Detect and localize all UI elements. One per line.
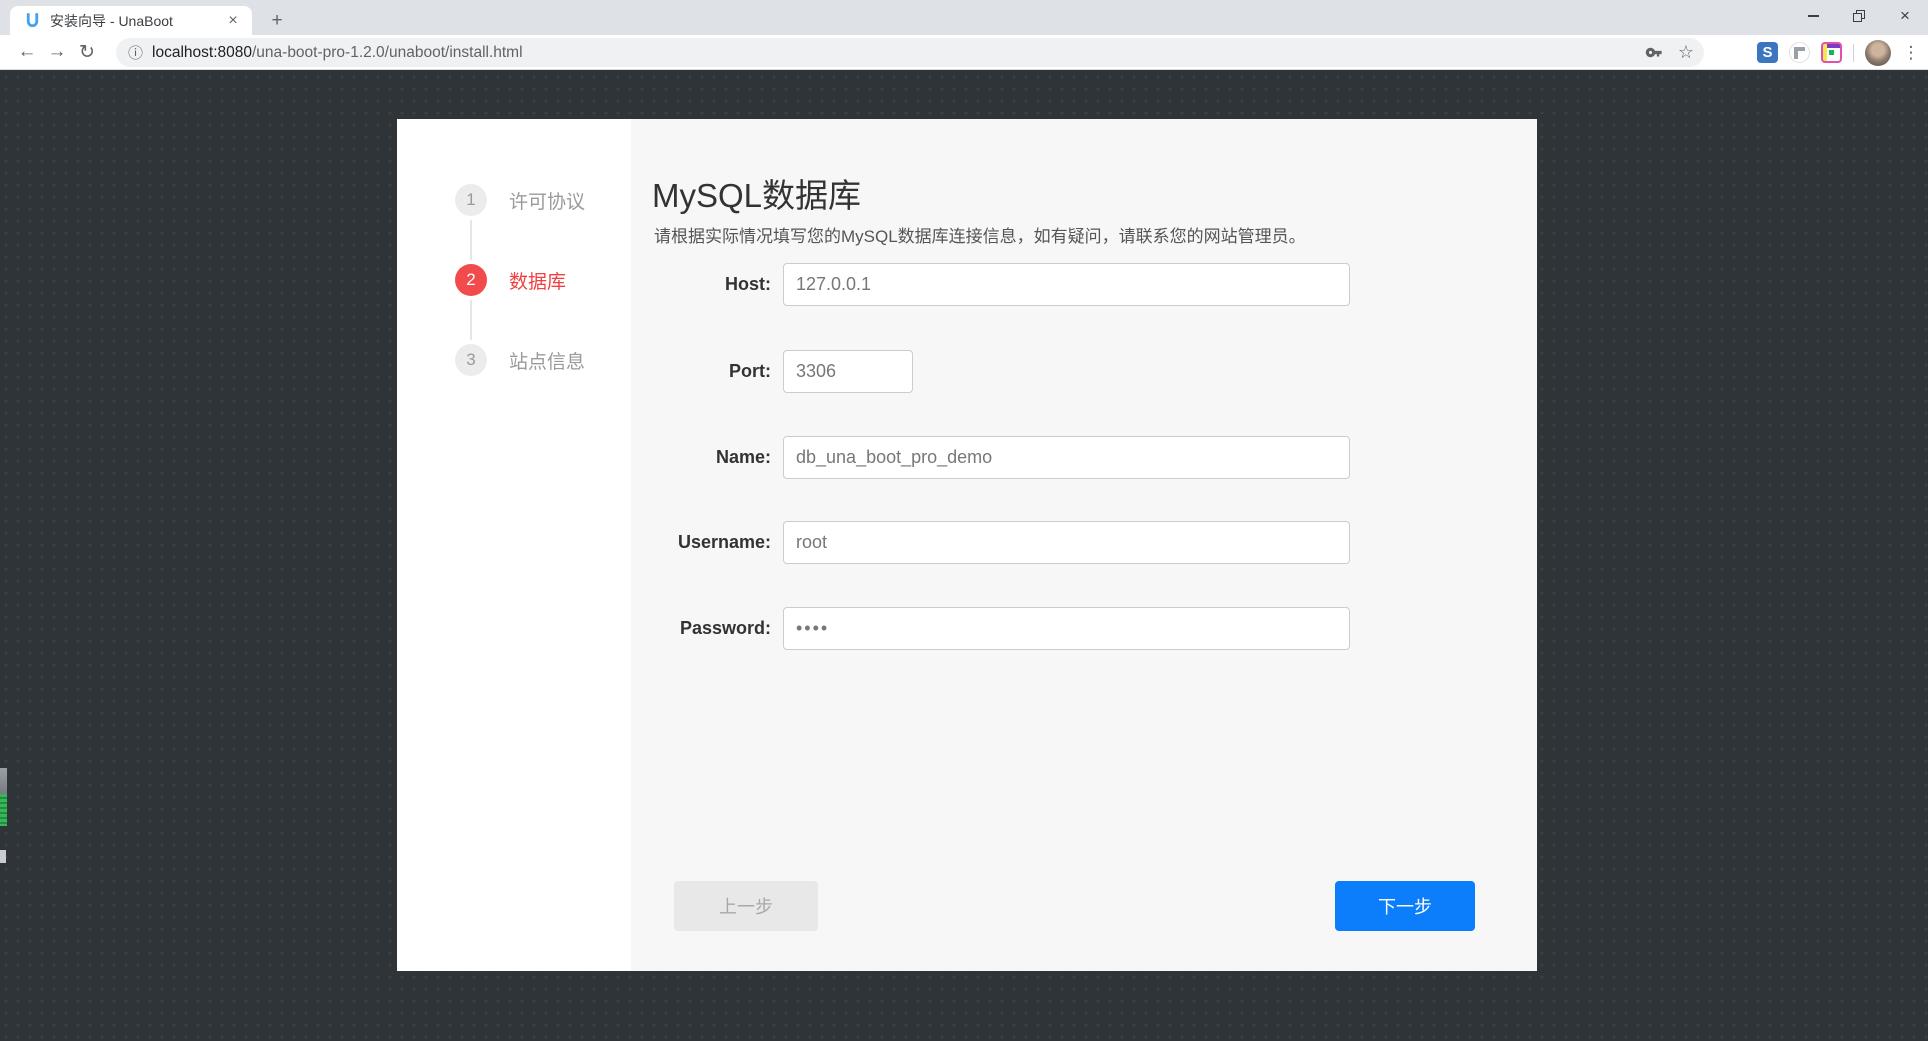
page-background: 1 许可协议 2 数据库 3 站点信息 MySQL数据库 请根据实际情况填写您的… <box>0 71 1928 1041</box>
step-site-info[interactable]: 3 站点信息 <box>455 344 585 376</box>
restore-button[interactable] <box>1836 0 1882 32</box>
edge-widget-gray <box>0 768 7 794</box>
name-label: Name: <box>631 447 783 468</box>
form-row-port: Port: <box>631 350 913 393</box>
install-wizard-card: 1 许可协议 2 数据库 3 站点信息 MySQL数据库 请根据实际情况填写您的… <box>397 119 1537 971</box>
port-input[interactable] <box>783 350 913 393</box>
new-tab-button[interactable]: + <box>264 8 290 34</box>
form-row-host: Host: <box>631 263 1350 306</box>
host-input[interactable] <box>783 263 1350 306</box>
profile-avatar[interactable] <box>1865 40 1891 66</box>
step-database[interactable]: 2 数据库 <box>455 264 566 296</box>
unaboot-favicon-icon <box>24 12 41 29</box>
back-button[interactable]: ← <box>12 37 42 67</box>
password-input[interactable] <box>783 607 1350 650</box>
previous-step-button[interactable]: 上一步 <box>674 881 818 931</box>
page-title: MySQL数据库 <box>652 169 861 217</box>
window-controls: × <box>1790 0 1928 32</box>
database-name-input[interactable] <box>783 436 1350 479</box>
url-text: localhost:8080/una-boot-pro-1.2.0/unaboo… <box>152 44 1637 62</box>
step-3-label: 站点信息 <box>509 347 585 374</box>
browser-menu-icon[interactable]: ⋮ <box>1902 43 1920 63</box>
steps-sidebar: 1 许可协议 2 数据库 3 站点信息 <box>397 119 631 971</box>
password-key-icon[interactable] <box>1645 43 1664 62</box>
forward-button[interactable]: → <box>42 37 72 67</box>
edge-widget-light <box>0 850 6 863</box>
url-path: /una-boot-pro-1.2.0/unaboot/install.html <box>252 44 523 61</box>
browser-tab[interactable]: 安装向导 - UnaBoot × <box>10 6 252 35</box>
url-host: localhost:8080 <box>152 44 252 61</box>
form-row-username: Username: <box>631 521 1350 564</box>
step-1-label: 许可协议 <box>509 187 585 214</box>
step-2-circle: 2 <box>455 264 487 296</box>
extension-s-icon[interactable]: S <box>1757 42 1778 63</box>
browser-toolbar: ← → ↻ ⓘ localhost:8080/una-boot-pro-1.2.… <box>0 35 1928 70</box>
minimize-button[interactable] <box>1790 0 1836 32</box>
host-label: Host: <box>631 274 783 295</box>
restore-icon <box>1853 10 1865 22</box>
step-license[interactable]: 1 许可协议 <box>455 184 585 216</box>
reload-button[interactable]: ↻ <box>72 37 102 67</box>
bookmark-star-icon[interactable]: ☆ <box>1678 42 1694 63</box>
minimize-icon <box>1808 15 1819 16</box>
browser-titlebar: 安装向导 - UnaBoot × + × <box>0 0 1928 35</box>
tab-title: 安装向导 - UnaBoot <box>50 11 224 31</box>
wizard-main-panel: MySQL数据库 请根据实际情况填写您的MySQL数据库连接信息，如有疑问，请联… <box>631 119 1537 971</box>
step-connector <box>470 300 472 340</box>
extension-ruler-icon[interactable] <box>1789 42 1810 63</box>
form-row-password: Password: <box>631 607 1350 650</box>
page-subtitle: 请根据实际情况填写您的MySQL数据库连接信息，如有疑问，请联系您的网站管理员。 <box>654 222 1306 247</box>
step-2-label: 数据库 <box>509 267 566 294</box>
step-connector <box>470 220 472 260</box>
page-info-icon[interactable]: ⓘ <box>128 42 143 63</box>
username-input[interactable] <box>783 521 1350 564</box>
tab-close-icon[interactable]: × <box>224 12 242 30</box>
extensions-area: S ⋮ <box>1757 35 1920 70</box>
address-bar[interactable]: ⓘ localhost:8080/una-boot-pro-1.2.0/unab… <box>116 38 1704 67</box>
form-row-name: Name: <box>631 436 1350 479</box>
close-button[interactable]: × <box>1882 0 1928 32</box>
port-label: Port: <box>631 361 783 382</box>
username-label: Username: <box>631 532 783 553</box>
next-step-button[interactable]: 下一步 <box>1335 881 1475 931</box>
edge-widget-green <box>0 794 7 826</box>
step-1-circle: 1 <box>455 184 487 216</box>
step-3-circle: 3 <box>455 344 487 376</box>
password-label: Password: <box>631 618 783 639</box>
toolbar-divider <box>1853 44 1854 62</box>
extension-colorful-icon[interactable] <box>1821 42 1842 63</box>
